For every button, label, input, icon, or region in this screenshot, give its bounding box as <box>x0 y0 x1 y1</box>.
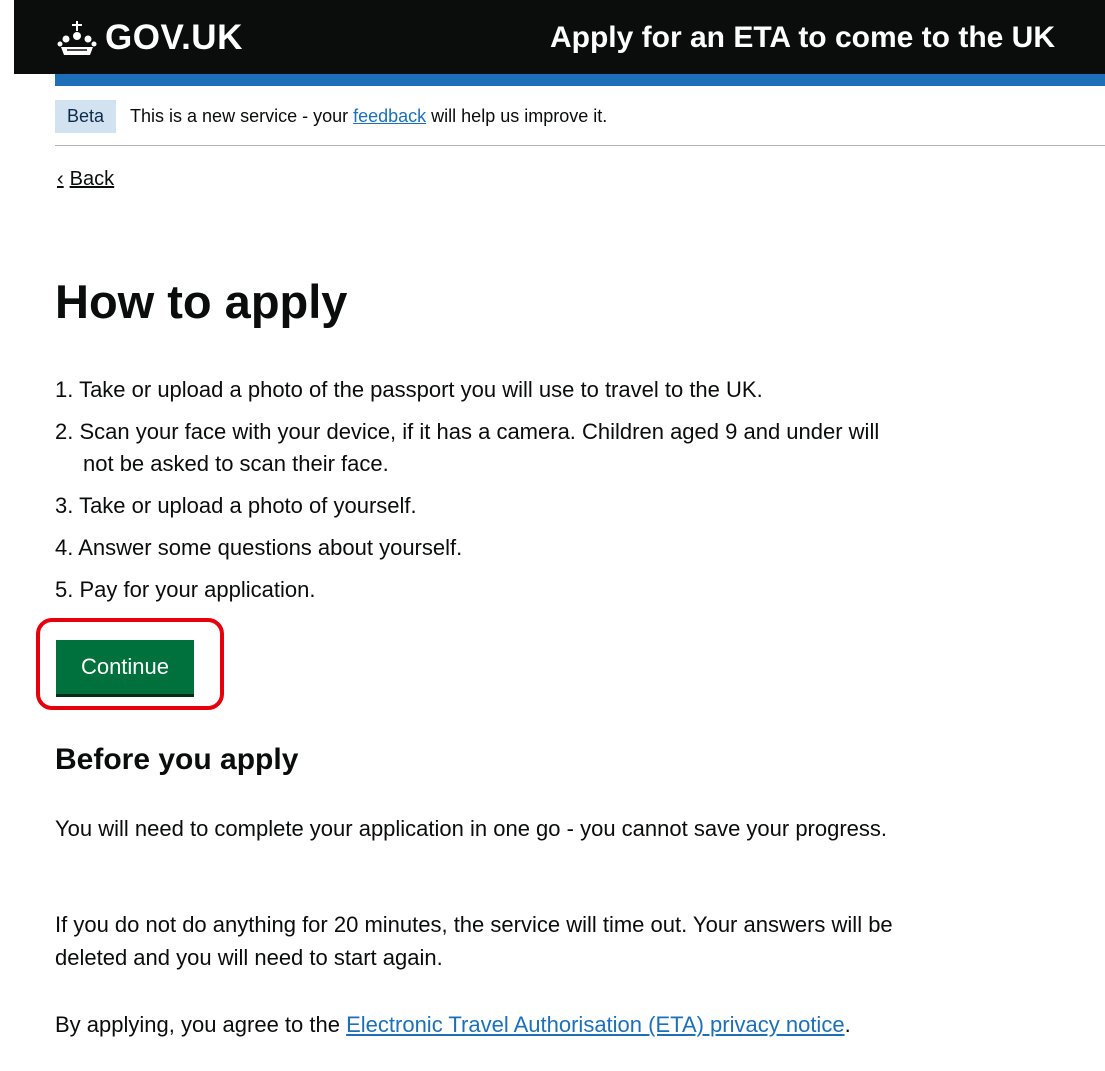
feedback-link[interactable]: feedback <box>353 106 426 126</box>
continue-button[interactable]: Continue <box>56 640 194 694</box>
step-item: 4. Answer some questions about yourself. <box>55 535 463 560</box>
logo-text: GOV.UK <box>105 18 243 57</box>
phase-banner: Beta This is a new service - your feedba… <box>55 100 1105 146</box>
page-title: How to apply <box>55 275 348 328</box>
crown-icon <box>57 21 97 55</box>
govuk-logo-link[interactable]: GOV.UK <box>57 12 243 64</box>
steps-list: 1. Take or upload a photo of the passpor… <box>55 374 915 616</box>
beta-tag: Beta <box>55 100 117 133</box>
site-header: GOV.UK Apply for an ETA to come to the U… <box>14 0 1105 74</box>
privacy-notice-link[interactable]: Electronic Travel Authorisation (ETA) pr… <box>346 1012 844 1037</box>
timeout-paragraph: If you do not do anything for 20 minutes… <box>55 912 893 970</box>
step-item: 5. Pay for your application. <box>55 577 316 602</box>
step-item: 3. Take or upload a photo of yourself. <box>55 493 417 518</box>
privacy-text-after: . <box>844 1012 851 1037</box>
privacy-paragraph: By applying, you agree to the Electronic… <box>55 1008 935 1041</box>
back-link-label: Back <box>69 168 115 190</box>
before-you-apply-heading: Before you apply <box>55 743 299 776</box>
phase-banner-text: This is a new service - your feedback wi… <box>116 100 607 127</box>
header-brand-bar <box>55 74 1105 86</box>
phase-text-after: will help us improve it. <box>426 106 608 126</box>
service-name-link[interactable]: Apply for an ETA to come to the UK <box>550 12 1055 64</box>
privacy-text-before: By applying, you agree to the <box>55 1012 347 1037</box>
chevron-left-icon: ‹ <box>57 168 64 190</box>
step-item: 1. Take or upload a photo of the passpor… <box>55 377 763 402</box>
step-item: 2. Scan your face with your device, if i… <box>55 419 880 476</box>
back-link[interactable]: ‹ Back <box>57 168 114 191</box>
phase-text-before: This is a new service - your <box>130 106 354 126</box>
save-progress-paragraph: You will need to complete your applicati… <box>55 816 888 841</box>
